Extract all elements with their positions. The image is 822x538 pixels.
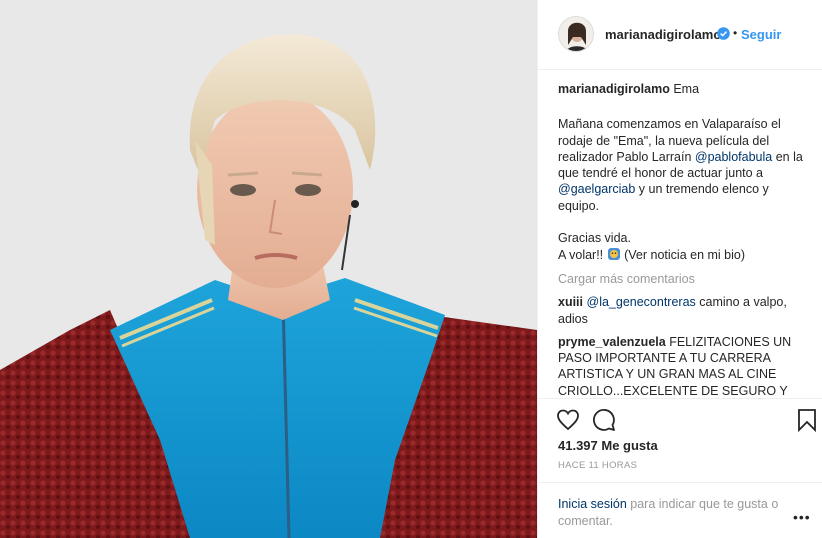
more-options-icon[interactable]: ••• [793,509,811,525]
load-more-comments[interactable]: Cargar más comentarios [558,271,808,287]
bookmark-icon[interactable] [795,408,819,433]
follow-button[interactable]: Seguir [741,27,781,42]
login-text: Inicia sesión para indicar que te gusta … [558,496,798,530]
post-timestamp[interactable]: HACE 11 HORAS [558,460,637,471]
comment-item: pryme_valenzuela FELIZITACIONES UN PASO … [558,334,808,398]
comments-list[interactable]: marianadigirolamo Ema Mañana comenzamos … [558,78,808,398]
caption-text: Mañana comenzamos en Valaparaíso el roda… [558,116,808,263]
caption-text-part: A volar!! [558,247,607,262]
comment-username[interactable]: pryme_valenzuela [558,335,666,349]
post-actions: 41.397 Me gusta HACE 11 HORAS Inicia ses… [538,398,822,538]
header-separator: • [733,26,738,40]
mention-link[interactable]: @gaelgarciab [558,182,635,196]
verified-badge-icon [717,27,730,40]
post-photo[interactable] [0,0,537,538]
post-header: marianadigirolamo • Seguir [538,0,822,70]
caption-title: Ema [673,82,700,96]
mention-link[interactable]: @la_genecontreras [587,295,696,309]
login-prompt: Inicia sesión para indicar que te gusta … [538,482,822,538]
post-image [0,0,537,538]
login-link[interactable]: Inicia sesión [558,497,627,511]
caption-header: marianadigirolamo Ema [558,81,808,97]
comment-bubble-icon[interactable] [592,408,616,432]
likes-count[interactable]: 41.397 Me gusta [558,438,658,453]
post-side-panel: marianadigirolamo • Seguir marianadigiro… [537,0,822,538]
avatar[interactable] [558,16,594,52]
caption-username[interactable]: marianadigirolamo [558,82,670,96]
flying-emoji-icon [607,247,621,261]
avatar-image [559,17,593,51]
caption-text-part: Gracias vida. [558,231,631,246]
caption-text-part: (Ver noticia en mi bio) [620,247,745,262]
heart-icon[interactable] [556,408,580,432]
comment-item: xuiii @la_genecontreras camino a valpo, … [558,294,808,327]
header-username[interactable]: marianadigirolamo [605,27,721,42]
comment-username[interactable]: xuiii [558,295,583,309]
mention-link[interactable]: @pablofabula [695,150,772,164]
